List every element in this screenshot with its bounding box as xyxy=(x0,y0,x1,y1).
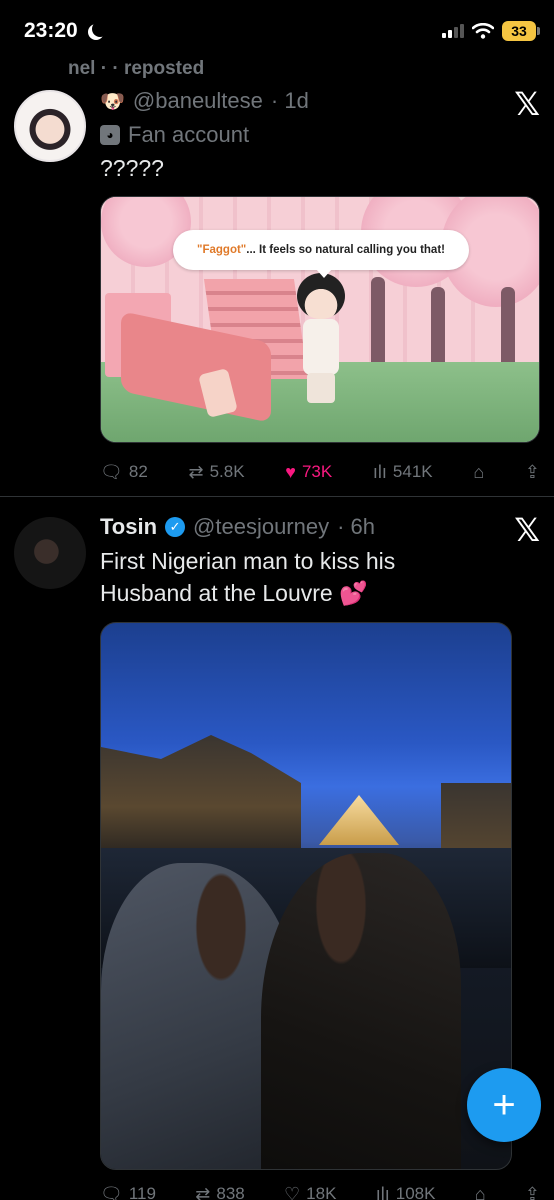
status-time: 23:20 xyxy=(24,19,102,43)
reply-icon: 🗨 xyxy=(100,1184,123,1200)
x-logo-icon: 𝕏 xyxy=(514,86,540,122)
tweet-header: Tosin ✓ @teesjourney · 6h xyxy=(100,514,375,540)
tweet-time: · 6h xyxy=(337,514,376,539)
game-character xyxy=(291,273,351,423)
view-count: 541K xyxy=(392,462,433,481)
person xyxy=(261,853,461,1169)
author-handle[interactable]: @teesjourney xyxy=(193,514,329,540)
status-bar: 23:20 33 xyxy=(0,0,554,62)
avatar[interactable] xyxy=(14,517,86,589)
repost-icon: ⇄ xyxy=(195,1184,211,1200)
reply-count: 82 xyxy=(128,462,148,481)
status-icons: 33 xyxy=(442,21,540,41)
tweet-actions: 🗨 82 ⇄ 5.8K ♥ 73K ılı 541K ⌂ ⇪ xyxy=(100,462,540,482)
signal-icon xyxy=(442,24,464,38)
repost-button[interactable]: ⇄ 5.8K xyxy=(188,462,244,482)
share-icon: ⇪ xyxy=(524,462,540,482)
repost-count: 838 xyxy=(216,1184,245,1200)
views-button[interactable]: ılı 108K xyxy=(376,1184,436,1200)
battery-indicator: 33 xyxy=(502,21,540,41)
dog-icon: 🐶 xyxy=(100,90,125,113)
views-icon: ılı xyxy=(372,462,387,482)
repost-banner[interactable]: nel · · reposted xyxy=(68,58,204,78)
bookmark-button[interactable]: ⌂ xyxy=(473,463,484,481)
avatar[interactable] xyxy=(14,90,86,162)
tweet-time: · 1d xyxy=(270,88,309,113)
heart-icon: ♥ xyxy=(285,462,296,482)
mask-icon: ◕ xyxy=(100,125,120,145)
tweet-header: 🐶 @baneultese · 1d xyxy=(100,88,309,114)
share-button[interactable]: ⇪ xyxy=(525,463,540,481)
author-handle[interactable]: @baneultese xyxy=(133,88,263,114)
repost-button[interactable]: ⇄ 838 xyxy=(195,1184,244,1200)
share-button[interactable]: ⇪ xyxy=(525,1185,540,1200)
tweet-image[interactable] xyxy=(100,622,512,1170)
reply-button[interactable]: 🗨 119 xyxy=(100,1184,156,1200)
compose-button[interactable]: + xyxy=(467,1068,541,1142)
reply-icon: 🗨 xyxy=(100,462,123,482)
heart-icon: ♡ xyxy=(284,1184,301,1200)
louvre-building xyxy=(101,735,301,855)
bookmark-icon: ⌂ xyxy=(473,462,485,482)
speech-text: ... It feels so natural calling you that… xyxy=(246,244,445,256)
battery-level: 33 xyxy=(511,23,527,39)
views-button[interactable]: ılı 541K xyxy=(373,462,433,482)
status-time-text: 23:20 xyxy=(24,19,78,42)
bookmark-button[interactable]: ⌂ xyxy=(475,1185,486,1200)
tweet-actions: 🗨 119 ⇄ 838 ♡ 18K ılı 108K ⌂ ⇪ xyxy=(100,1184,540,1200)
author-name[interactable]: Tosin xyxy=(100,514,157,540)
plus-icon: + xyxy=(492,1082,516,1127)
bookmark-icon: ⌂ xyxy=(474,1184,486,1200)
view-count: 108K xyxy=(395,1184,436,1200)
tweet-text: ????? xyxy=(100,155,164,181)
like-count: 18K xyxy=(306,1184,337,1200)
like-count: 73K xyxy=(301,462,333,481)
fan-account-label: ◕ Fan account xyxy=(100,122,249,148)
repost-icon: ⇄ xyxy=(188,462,204,482)
verified-badge-icon: ✓ xyxy=(165,517,186,537)
wifi-icon xyxy=(472,23,494,39)
like-button[interactable]: ♥ 73K xyxy=(285,462,332,482)
tweet-image[interactable]: "Faggot" ... It feels so natural calling… xyxy=(100,196,540,443)
share-icon: ⇪ xyxy=(524,1184,540,1200)
label-text: Fan account xyxy=(128,122,250,147)
reply-button[interactable]: 🗨 82 xyxy=(100,462,148,482)
moon-icon xyxy=(92,21,108,37)
divider xyxy=(0,496,554,497)
repost-count: 5.8K xyxy=(209,462,245,481)
tweet-text: First Nigerian man to kiss his Husband a… xyxy=(100,548,396,606)
like-button[interactable]: ♡ 18K xyxy=(284,1184,336,1200)
speech-bubble: "Faggot" ... It feels so natural calling… xyxy=(173,230,469,278)
views-icon: ılı xyxy=(375,1184,390,1200)
louvre-pyramid xyxy=(319,795,399,845)
reply-count: 119 xyxy=(128,1184,156,1200)
x-logo-icon: 𝕏 xyxy=(514,512,540,548)
speech-highlight: "Faggot" xyxy=(197,244,247,256)
